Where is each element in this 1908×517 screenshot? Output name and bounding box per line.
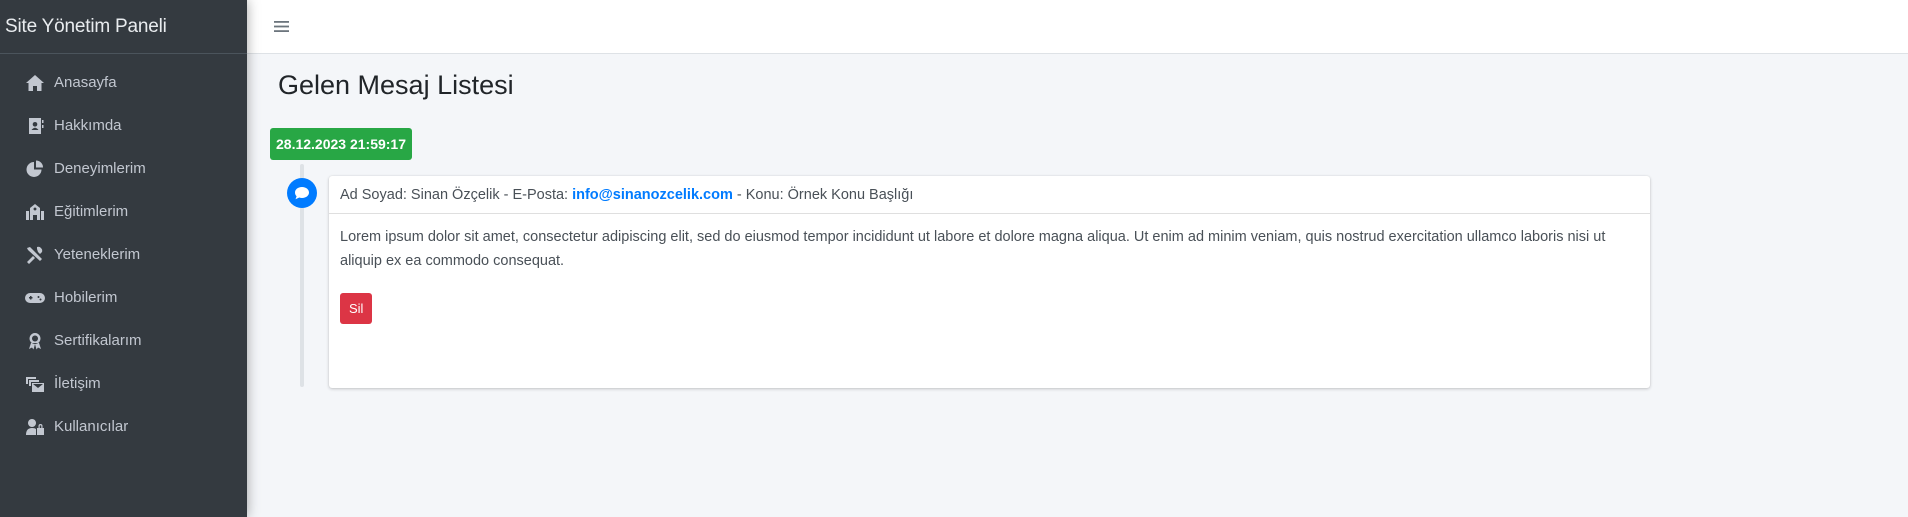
message-body: Lorem ipsum dolor sit amet, consectetur … xyxy=(340,229,1606,269)
sidebar-item-label: Kullanıcılar xyxy=(54,418,129,435)
message-header: Ad Soyad: Sinan Özçelik - E-Posta: info@… xyxy=(329,176,1650,214)
pie-chart-icon xyxy=(24,159,46,179)
message-sender: Ad Soyad: Sinan Özçelik - E-Posta: xyxy=(340,186,569,203)
sidebar: Site Yönetim Paneli Anasayfa Hakkımda De… xyxy=(0,0,247,517)
sidebar-item-deneyimlerim[interactable]: Deneyimlerim xyxy=(0,147,247,190)
sidebar-item-label: Eğitimlerim xyxy=(54,203,129,220)
sidebar-item-label: Hakkımda xyxy=(54,117,122,134)
message-email-link[interactable]: info@sinanozcelik.com xyxy=(572,187,733,203)
mail-bulk-icon xyxy=(24,374,46,394)
gamepad-icon xyxy=(24,288,46,308)
comment-icon xyxy=(287,178,317,208)
brand[interactable]: Site Yönetim Paneli xyxy=(0,0,247,54)
home-icon xyxy=(24,73,46,93)
message-card: Ad Soyad: Sinan Özçelik - E-Posta: info@… xyxy=(329,176,1650,388)
top-navbar xyxy=(247,0,1908,54)
sidebar-nav: Anasayfa Hakkımda Deneyimlerim Eğitimler… xyxy=(0,54,247,448)
sidebar-item-egitimlerim[interactable]: Eğitimlerim xyxy=(0,190,247,233)
timeline-time-label: 28.12.2023 21:59:17 xyxy=(270,128,412,160)
page-title: Gelen Mesaj Listesi xyxy=(278,70,514,100)
content-wrapper: Gelen Mesaj Listesi 28.12.2023 21:59:17 … xyxy=(247,54,1908,517)
sidebar-item-iletisim[interactable]: İletişim xyxy=(0,362,247,405)
user-lock-icon xyxy=(24,417,46,437)
brand-title[interactable]: Site Yönetim Paneli xyxy=(5,16,167,38)
sidebar-item-label: Anasayfa xyxy=(54,74,117,91)
sidebar-item-anasayfa[interactable]: Anasayfa xyxy=(0,61,247,104)
sidebar-item-label: Sertifikalarım xyxy=(54,332,142,349)
sidebar-item-kullanicilar[interactable]: Kullanıcılar xyxy=(0,405,247,448)
sidebar-item-hakkimda[interactable]: Hakkımda xyxy=(0,104,247,147)
bars-icon[interactable] xyxy=(271,17,291,37)
sidebar-item-hobilerim[interactable]: Hobilerim xyxy=(0,276,247,319)
sidebar-item-label: İletişim xyxy=(54,375,101,392)
sidebar-item-yeteneklerim[interactable]: Yeteneklerim xyxy=(0,233,247,276)
award-icon xyxy=(24,331,46,351)
sidebar-item-label: Yeteneklerim xyxy=(54,246,141,263)
delete-button[interactable]: Sil xyxy=(340,293,373,324)
sidebar-item-sertifikalarim[interactable]: Sertifikalarım xyxy=(0,319,247,362)
sidebar-item-label: Deneyimlerim xyxy=(54,160,146,177)
message-subject: - Konu: Örnek Konu Başlığı xyxy=(736,186,914,203)
sidebar-item-label: Hobilerim xyxy=(54,289,118,306)
address-book-icon xyxy=(24,116,46,136)
tools-icon xyxy=(24,245,46,265)
school-icon xyxy=(24,202,46,222)
